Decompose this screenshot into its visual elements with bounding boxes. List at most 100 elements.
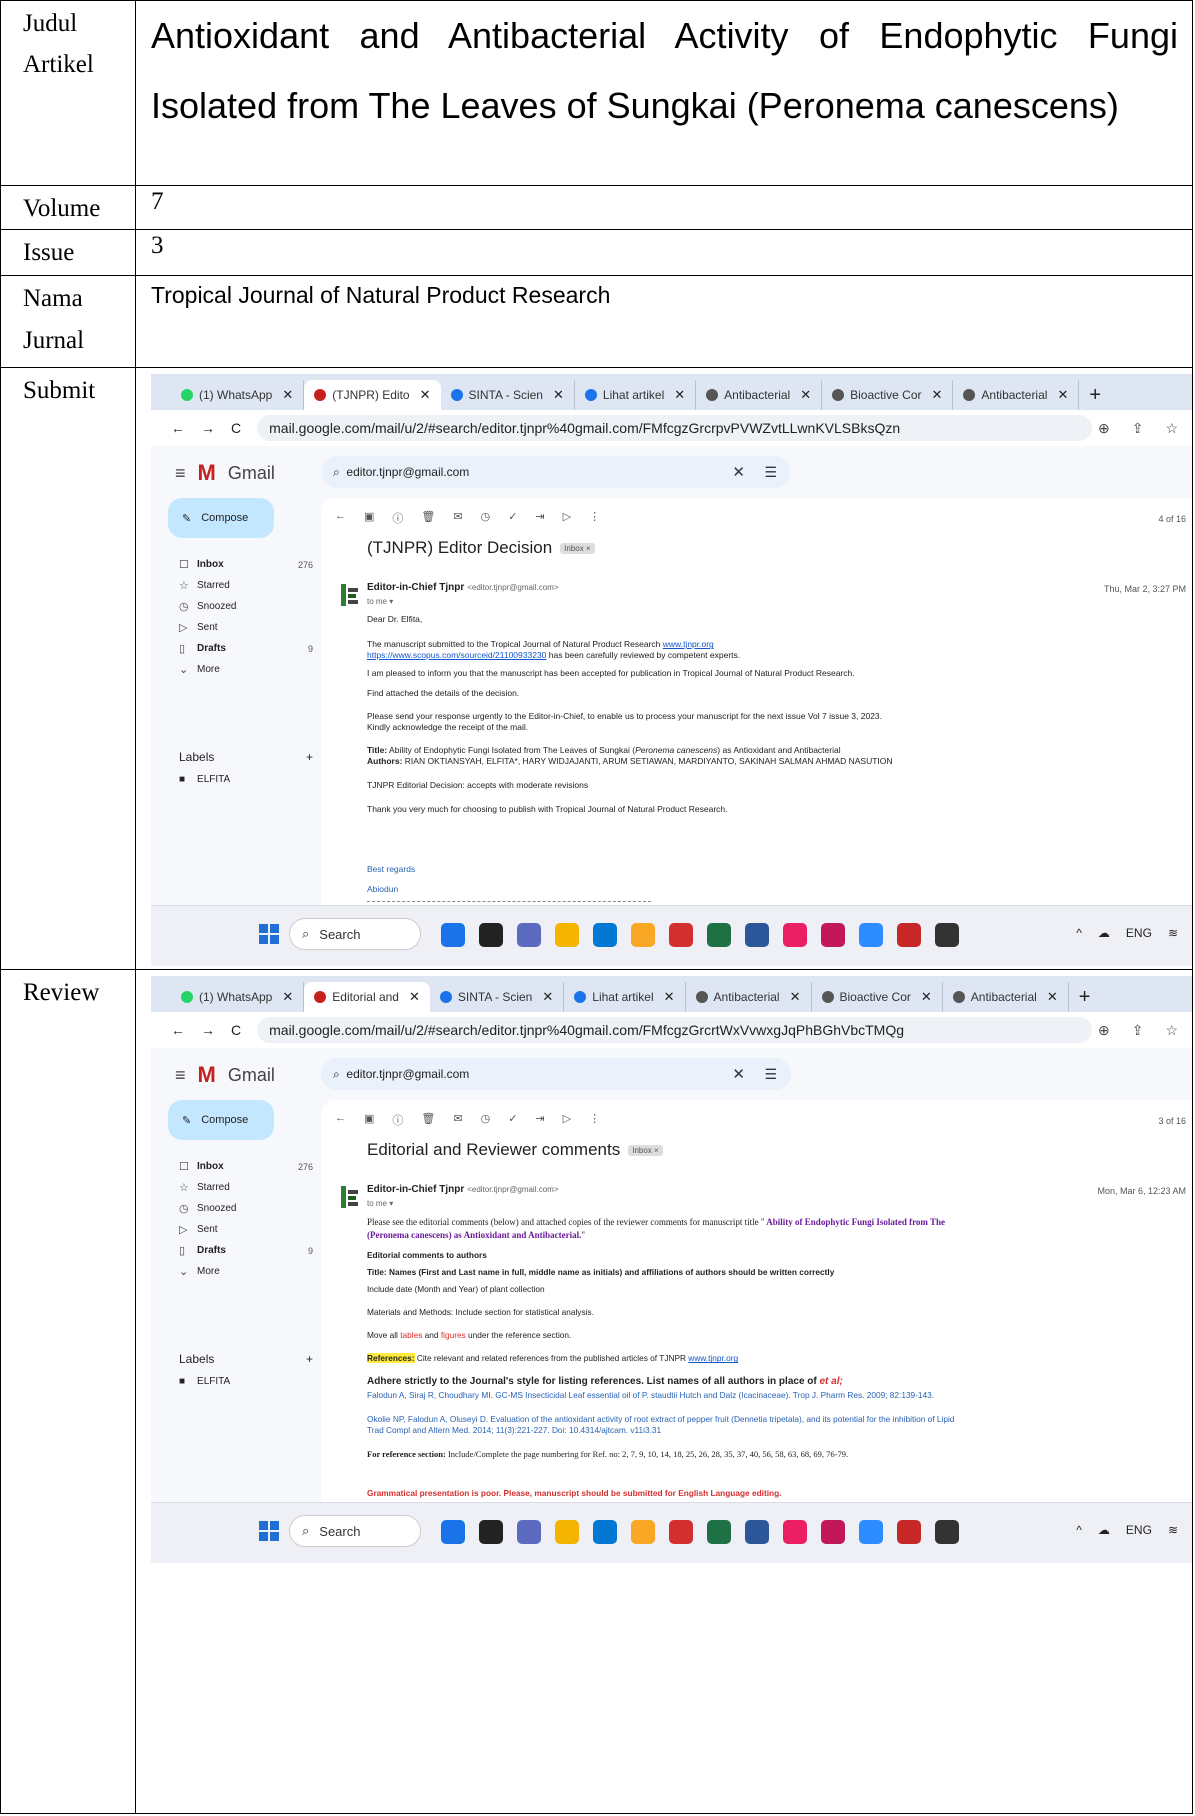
close-tab-icon[interactable]: ✕ bbox=[790, 989, 801, 1005]
sidebar-item-snoozed[interactable]: ◷ Snoozed bbox=[179, 1198, 313, 1219]
taskbar-search[interactable]: ⌕ Search bbox=[289, 918, 421, 951]
excel-icon[interactable] bbox=[707, 923, 731, 948]
app-icon[interactable] bbox=[821, 1520, 845, 1545]
browser-tab[interactable]: SINTA - Scien ✕ bbox=[441, 380, 575, 411]
close-tab-icon[interactable]: ✕ bbox=[553, 387, 564, 403]
tjnpr-link[interactable]: www.tjnpr.org bbox=[688, 1353, 738, 1363]
snooze-icon[interactable]: ◷ bbox=[481, 510, 491, 526]
clear-search-icon[interactable]: ✕ bbox=[732, 463, 745, 481]
browser-tab[interactable]: (1) WhatsApp ✕ bbox=[171, 982, 305, 1013]
mendeley-icon[interactable] bbox=[897, 1520, 921, 1545]
sidebar-item-more[interactable]: ⌄ More bbox=[179, 659, 313, 680]
camera-icon[interactable] bbox=[935, 1520, 959, 1545]
chrome-icon[interactable] bbox=[555, 1520, 579, 1545]
tjnpr-link[interactable]: www.tjnpr.org bbox=[663, 639, 714, 649]
add-label-icon[interactable]: + bbox=[306, 1352, 313, 1366]
zoom-icon[interactable] bbox=[859, 923, 883, 948]
browser-tab[interactable]: Lihat artikel ✕ bbox=[564, 982, 686, 1013]
sidebar-item-inbox[interactable]: ☐ Inbox 276 bbox=[179, 1156, 313, 1177]
address-input[interactable]: mail.google.com/mail/u/2/#search/editor.… bbox=[257, 1017, 1092, 1044]
close-tab-icon[interactable]: ✕ bbox=[1057, 387, 1068, 403]
more-icon[interactable]: ⋮ bbox=[589, 1112, 600, 1128]
files-icon[interactable] bbox=[631, 923, 655, 948]
app-icon[interactable] bbox=[821, 923, 845, 948]
close-tab-icon[interactable]: ✕ bbox=[1047, 989, 1058, 1005]
move-icon[interactable]: ⇥ bbox=[535, 510, 544, 526]
word-icon[interactable] bbox=[745, 923, 769, 948]
powerpoint-icon[interactable] bbox=[669, 1520, 693, 1545]
label-elfita[interactable]: ■ ELFITA bbox=[179, 1376, 230, 1387]
browser-tab[interactable]: SINTA - Scien ✕ bbox=[430, 982, 565, 1013]
menu-icon[interactable]: ≡ bbox=[175, 463, 186, 484]
label-icon[interactable]: ▷ bbox=[563, 1112, 571, 1128]
taskview-icon[interactable] bbox=[479, 923, 503, 948]
chevron-up-icon[interactable]: ^ bbox=[1076, 926, 1082, 940]
task-icon[interactable]: ✓ bbox=[508, 510, 517, 526]
recipient-toggle[interactable]: to me ▾ bbox=[367, 597, 393, 606]
archive-icon[interactable]: ▣ bbox=[364, 1112, 374, 1128]
browser-tab[interactable]: Antibacterial ✕ bbox=[686, 982, 812, 1013]
bookmark-star-icon[interactable]: ☆ bbox=[1165, 1022, 1178, 1039]
back-arrow-icon[interactable]: ← bbox=[335, 510, 346, 526]
zoom-icon[interactable]: ⊕ bbox=[1098, 420, 1110, 437]
zoom-icon[interactable]: ⊕ bbox=[1098, 1022, 1110, 1039]
excel-icon[interactable] bbox=[707, 1520, 731, 1545]
recipient-toggle[interactable]: to me ▾ bbox=[367, 1199, 393, 1208]
powerpoint-icon[interactable] bbox=[669, 923, 693, 948]
close-tab-icon[interactable]: ✕ bbox=[420, 387, 431, 403]
sidebar-item-starred[interactable]: ☆ Starred bbox=[179, 575, 313, 596]
cloud-icon[interactable]: ☁ bbox=[1098, 1523, 1110, 1537]
mail-icon[interactable] bbox=[593, 923, 617, 948]
chat-icon[interactable] bbox=[517, 923, 541, 948]
browser-tab[interactable]: Antibacterial ✕ bbox=[953, 380, 1080, 411]
new-tab-button[interactable]: + bbox=[1079, 380, 1111, 410]
label-elfita[interactable]: ■ ELFITA bbox=[179, 774, 230, 785]
spam-icon[interactable]: ⓘ bbox=[392, 1112, 403, 1128]
browser-tab[interactable]: (TJNPR) Edito ✕ bbox=[304, 380, 441, 411]
language-indicator[interactable]: ENG bbox=[1126, 1523, 1152, 1537]
forward-icon[interactable]: → bbox=[201, 420, 215, 436]
move-icon[interactable]: ⇥ bbox=[535, 1112, 544, 1128]
back-icon[interactable]: ← bbox=[171, 420, 185, 436]
filter-icon[interactable]: ☰ bbox=[764, 464, 777, 481]
mail-icon[interactable] bbox=[593, 1520, 617, 1545]
delete-icon[interactable]: 🗑 bbox=[421, 510, 435, 526]
forward-icon[interactable]: → bbox=[201, 1022, 215, 1038]
archive-icon[interactable]: ▣ bbox=[364, 510, 374, 526]
butterfly-icon[interactable] bbox=[783, 923, 807, 948]
share-icon[interactable]: ⇪ bbox=[1132, 1022, 1144, 1039]
compose-button[interactable]: ✎ Compose bbox=[168, 498, 274, 539]
word-icon[interactable] bbox=[745, 1520, 769, 1545]
browser-tab[interactable]: Bioactive Cor ✕ bbox=[812, 982, 943, 1013]
inbox-chip[interactable]: Inbox × bbox=[560, 542, 595, 554]
close-tab-icon[interactable]: ✕ bbox=[409, 989, 420, 1005]
close-tab-icon[interactable]: ✕ bbox=[921, 989, 932, 1005]
close-tab-icon[interactable]: ✕ bbox=[800, 387, 811, 403]
close-tab-icon[interactable]: ✕ bbox=[282, 989, 293, 1005]
bing-icon[interactable] bbox=[441, 1520, 465, 1545]
sidebar-item-drafts[interactable]: ▯ Drafts 9 bbox=[179, 1240, 313, 1261]
windows-start-icon[interactable] bbox=[259, 924, 279, 945]
taskbar-search[interactable]: ⌕ Search bbox=[289, 1515, 421, 1548]
close-tab-icon[interactable]: ✕ bbox=[542, 989, 553, 1005]
task-icon[interactable]: ✓ bbox=[508, 1112, 517, 1128]
language-indicator[interactable]: ENG bbox=[1126, 926, 1152, 940]
cloud-icon[interactable]: ☁ bbox=[1098, 926, 1110, 940]
camera-icon[interactable] bbox=[935, 923, 959, 948]
address-input[interactable]: mail.google.com/mail/u/2/#search/editor.… bbox=[257, 415, 1092, 442]
close-tab-icon[interactable]: ✕ bbox=[664, 989, 675, 1005]
close-tab-icon[interactable]: ✕ bbox=[282, 387, 293, 403]
sidebar-item-snoozed[interactable]: ◷ Snoozed bbox=[179, 596, 313, 617]
new-tab-button[interactable]: + bbox=[1069, 982, 1101, 1012]
files-icon[interactable] bbox=[631, 1520, 655, 1545]
clear-search-icon[interactable]: ✕ bbox=[732, 1065, 745, 1083]
close-tab-icon[interactable]: ✕ bbox=[674, 387, 685, 403]
bookmark-star-icon[interactable]: ☆ bbox=[1165, 420, 1178, 437]
browser-tab[interactable]: Lihat artikel ✕ bbox=[575, 380, 697, 411]
close-tab-icon[interactable]: ✕ bbox=[932, 387, 943, 403]
sidebar-item-starred[interactable]: ☆ Starred bbox=[179, 1177, 313, 1198]
spam-icon[interactable]: ⓘ bbox=[392, 510, 403, 526]
back-icon[interactable]: ← bbox=[171, 1022, 185, 1038]
mendeley-icon[interactable] bbox=[897, 923, 921, 948]
chrome-icon[interactable] bbox=[555, 923, 579, 948]
